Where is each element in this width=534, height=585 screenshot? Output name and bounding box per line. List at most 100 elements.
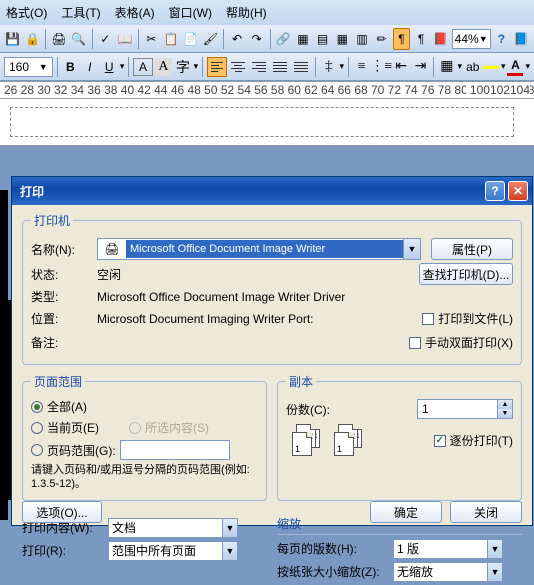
permission-icon[interactable]: 🔒 xyxy=(24,28,42,50)
menu-tools[interactable]: 工具(T) xyxy=(61,4,100,21)
range-all-radio[interactable]: 全部(A) xyxy=(31,398,258,415)
reading-icon[interactable]: 📕 xyxy=(432,28,450,50)
page-range-input[interactable] xyxy=(120,440,230,460)
menu-table[interactable]: 表格(A) xyxy=(115,4,155,21)
copies-group: 副本 份数(C): 1▲▼ 3 2 1 3 xyxy=(277,373,522,501)
numbering-button[interactable]: ≡ xyxy=(353,58,370,76)
bullets-button[interactable]: ⋮≡ xyxy=(372,58,390,76)
copies-legend: 副本 xyxy=(286,373,316,390)
line-spacing-button[interactable]: ‡ xyxy=(320,58,337,76)
menu-window[interactable]: 窗口(W) xyxy=(169,4,212,21)
printer-name-label: 名称(N): xyxy=(31,241,91,258)
type-label: 类型: xyxy=(31,288,91,305)
hyperlink-icon[interactable]: 🔗 xyxy=(274,28,292,50)
cancel-button[interactable]: 关闭 xyxy=(450,501,522,523)
status-value: 空闲 xyxy=(97,266,413,283)
borders-button[interactable]: ▦ xyxy=(438,58,455,76)
formatting-toolbar: 160▼ B I U ▾ A A 字 ▾ ‡▾ ≡ ⋮≡ ⇤ ⇥ ▦▾ ab▾ … xyxy=(0,53,534,81)
spelling-icon[interactable]: ✓ xyxy=(96,28,114,50)
font-color-button[interactable]: A xyxy=(507,58,523,76)
read-icon[interactable]: 📘 xyxy=(512,28,530,50)
drawing-icon[interactable]: ✏ xyxy=(373,28,391,50)
align-distributed-button[interactable] xyxy=(291,57,311,77)
printer-name-dropdown[interactable]: 🖨 Microsoft Office Document Image Writer… xyxy=(97,238,421,260)
find-printer-button[interactable]: 查找打印机(D)... xyxy=(419,263,513,285)
ok-button[interactable]: 确定 xyxy=(370,501,442,523)
range-legend: 页面范围 xyxy=(31,373,85,390)
pages-per-sheet-dropdown[interactable]: 1 版▼ xyxy=(393,539,503,559)
menu-bar: 格式(O) 工具(T) 表格(A) 窗口(W) 帮助(H) xyxy=(0,0,534,25)
printer-group: 打印机 名称(N): 🖨 Microsoft Office Document I… xyxy=(22,212,522,365)
dialog-close-button[interactable]: ✕ xyxy=(508,181,528,201)
copy-icon[interactable]: 📋 xyxy=(162,28,180,50)
pages-per-sheet-label: 每页的版数(H): xyxy=(277,540,387,557)
cut-icon[interactable]: ✂ xyxy=(143,28,161,50)
type-value: Microsoft Office Document Image Writer D… xyxy=(97,290,513,304)
help-icon[interactable]: ? xyxy=(493,28,511,50)
highlight-button[interactable]: ab xyxy=(464,58,481,76)
scale-group: 缩放 每页的版数(H): 1 版▼ 按纸张大小缩放(Z): 无缩放▼ xyxy=(277,515,522,585)
tables-borders-icon[interactable]: ▦ xyxy=(294,28,312,50)
menu-format[interactable]: 格式(O) xyxy=(6,4,47,21)
insert-table-icon[interactable]: ▤ xyxy=(314,28,332,50)
save-icon[interactable]: 💾 xyxy=(4,28,22,50)
where-label: 位置: xyxy=(31,310,91,327)
dialog-titlebar[interactable]: 打印 ? ✕ xyxy=(12,177,532,205)
collate-checkbox[interactable]: ✓逐份打印(T) xyxy=(434,432,513,449)
options-button[interactable]: 选项(O)... xyxy=(22,501,102,523)
properties-button[interactable]: 属性(P) xyxy=(431,238,513,260)
print-dialog: 打印 ? ✕ 打印机 名称(N): 🖨 Microsoft Office Doc… xyxy=(11,176,533,526)
paste-icon[interactable]: 📄 xyxy=(182,28,200,50)
print-which-dropdown[interactable]: 范围中所有页面▼ xyxy=(108,541,238,561)
range-current-radio[interactable]: 当前页(E) xyxy=(31,419,99,436)
redo-icon[interactable]: ↷ xyxy=(248,28,266,50)
bold-button[interactable]: B xyxy=(62,58,79,76)
printer-icon: 🖨 xyxy=(104,242,119,256)
dialog-help-button[interactable]: ? xyxy=(485,181,505,201)
align-justify-button[interactable] xyxy=(270,57,290,77)
menu-help[interactable]: 帮助(H) xyxy=(226,4,267,21)
where-value: Microsoft Document Imaging Writer Port: xyxy=(97,312,416,326)
italic-button[interactable]: I xyxy=(81,58,98,76)
print-which-label: 打印(R): xyxy=(22,542,102,559)
align-right-button[interactable] xyxy=(249,57,269,77)
horizontal-ruler[interactable]: 26 28 30 32 34 36 38 40 42 44 46 48 50 5… xyxy=(0,81,534,99)
scale-to-paper-label: 按纸张大小缩放(Z): xyxy=(277,563,387,580)
show-marks-icon[interactable]: ¶ xyxy=(412,28,430,50)
scale-to-paper-dropdown[interactable]: 无缩放▼ xyxy=(393,562,503,582)
outdent-button[interactable]: ⇤ xyxy=(392,58,409,76)
page-range-group: 页面范围 全部(A) 当前页(E) 所选内容(S) 页码范围(G): 请键入页码… xyxy=(22,373,267,501)
collate-icon-1: 3 2 1 xyxy=(292,424,322,458)
range-selection-radio: 所选内容(S) xyxy=(129,419,209,436)
preview-icon[interactable]: 🔍 xyxy=(70,28,88,50)
format-painter-icon[interactable]: 🖌 xyxy=(202,28,220,50)
excel-icon[interactable]: ▦ xyxy=(333,28,351,50)
print-icon[interactable]: 🖨 xyxy=(50,28,68,50)
doc-map-icon[interactable]: ¶ xyxy=(393,28,411,50)
status-label: 状态: xyxy=(31,266,91,283)
char-border-button[interactable]: A xyxy=(133,58,152,76)
indent-button[interactable]: ⇥ xyxy=(412,58,429,76)
font-size-selector[interactable]: 160▼ xyxy=(4,57,53,77)
range-note: 请键入页码和/或用逗号分隔的页码范围(例如: 1.3.5-12)。 xyxy=(31,463,258,492)
collate-icon-2: 3 2 1 xyxy=(334,424,364,458)
align-left-button[interactable] xyxy=(207,57,227,77)
align-center-button[interactable] xyxy=(228,57,248,77)
underline-button[interactable]: U xyxy=(100,58,117,76)
columns-icon[interactable]: ▥ xyxy=(353,28,371,50)
char-shading-button[interactable]: A xyxy=(155,58,172,76)
copies-spinner[interactable]: 1▲▼ xyxy=(417,399,513,419)
copies-label: 份数(C): xyxy=(286,401,330,418)
zoom-selector[interactable]: 44%▼ xyxy=(452,29,491,49)
print-to-file-checkbox[interactable]: 打印到文件(L) xyxy=(422,310,513,327)
standard-toolbar: 💾 🔒 🖨 🔍 ✓ 📖 ✂ 📋 📄 🖌 ↶ ↷ 🔗 ▦ ▤ ▦ ▥ ✏ ¶ ¶ … xyxy=(0,25,534,53)
char-scale-button[interactable]: 字 xyxy=(174,58,191,76)
printer-legend: 打印机 xyxy=(31,212,73,229)
comment-label: 备注: xyxy=(31,334,91,351)
undo-icon[interactable]: ↶ xyxy=(228,28,246,50)
manual-duplex-checkbox[interactable]: 手动双面打印(X) xyxy=(409,334,513,351)
range-pages-radio[interactable]: 页码范围(G): xyxy=(31,440,258,460)
document-area[interactable] xyxy=(0,99,534,146)
research-icon[interactable]: 📖 xyxy=(116,28,134,50)
print-content-group: 打印内容(W): 文档▼ 打印(R): 范围中所有页面▼ xyxy=(22,515,267,585)
